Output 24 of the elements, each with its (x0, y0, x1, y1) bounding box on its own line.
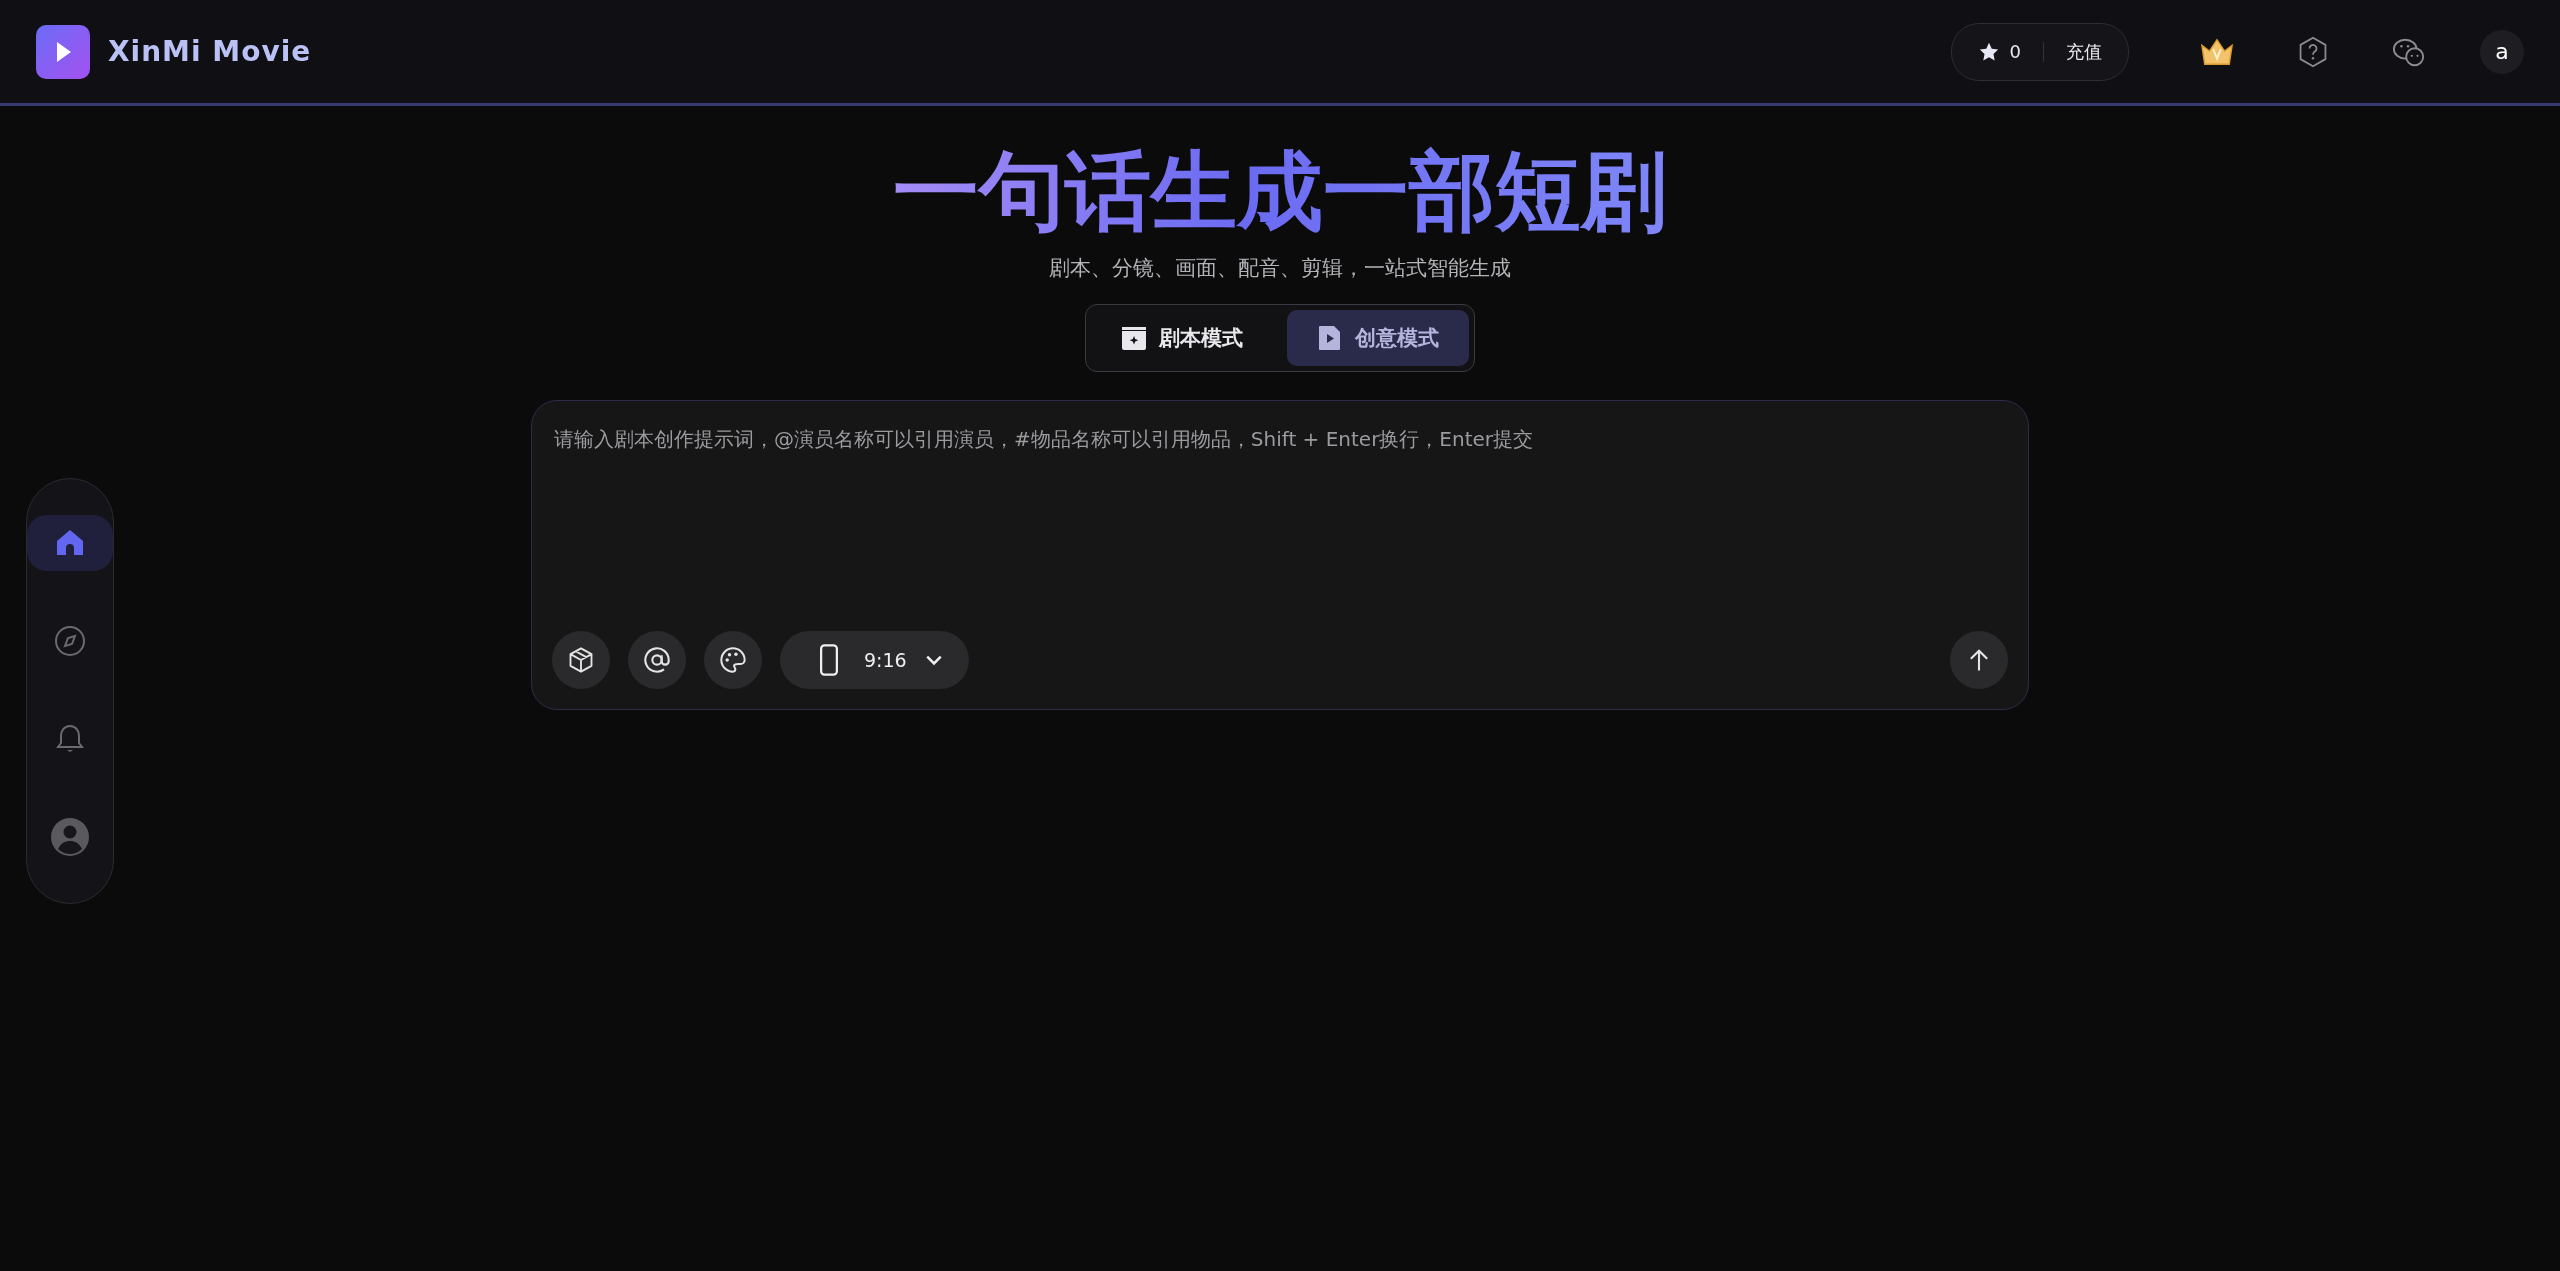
bell-icon (54, 723, 86, 755)
brand-name: XinMi Movie (108, 35, 312, 68)
recharge-link[interactable]: 充值 (2066, 39, 2102, 64)
prompt-input[interactable]: 请输入剧本创作提示词，@演员名称可以引用演员，#物品名称可以引用物品，Shift + Enter换行，Enter提交 (552, 420, 2008, 631)
cube-icon (567, 645, 595, 674)
sidebar-item[interactable] (27, 515, 113, 571)
clapperboard-icon (1121, 324, 1147, 351)
aspect-ratio-dropdown[interactable]: 9:16 (780, 630, 969, 689)
palette-icon (719, 645, 747, 674)
play-logo-icon (36, 24, 90, 79)
mode-tab[interactable]: 创意模式 (1287, 309, 1469, 366)
chevron-down-icon (924, 653, 943, 666)
video-file-icon (1317, 324, 1343, 351)
credits-pill[interactable]: 0 充值 (1950, 22, 2129, 81)
crown-icon[interactable] (2200, 36, 2234, 67)
compass-icon (54, 625, 86, 657)
avatar-button[interactable]: a (2480, 29, 2524, 74)
prompt-field[interactable]: 请输入剧本创作提示词，@演员名称可以引用演员，#物品名称可以引用物品，Shift + Enter换行，Enter提交 9:16 (531, 399, 2029, 710)
mode-tab[interactable]: 剧本模式 (1091, 309, 1273, 366)
user-icon (50, 817, 90, 857)
hero-subtitle: 剧本、分镜、画面、配音、剪辑，一站式智能生成 (1049, 254, 1511, 282)
at-sign-icon (643, 645, 671, 674)
phone-icon (820, 641, 838, 678)
credit-count: 0 (2009, 41, 2021, 62)
